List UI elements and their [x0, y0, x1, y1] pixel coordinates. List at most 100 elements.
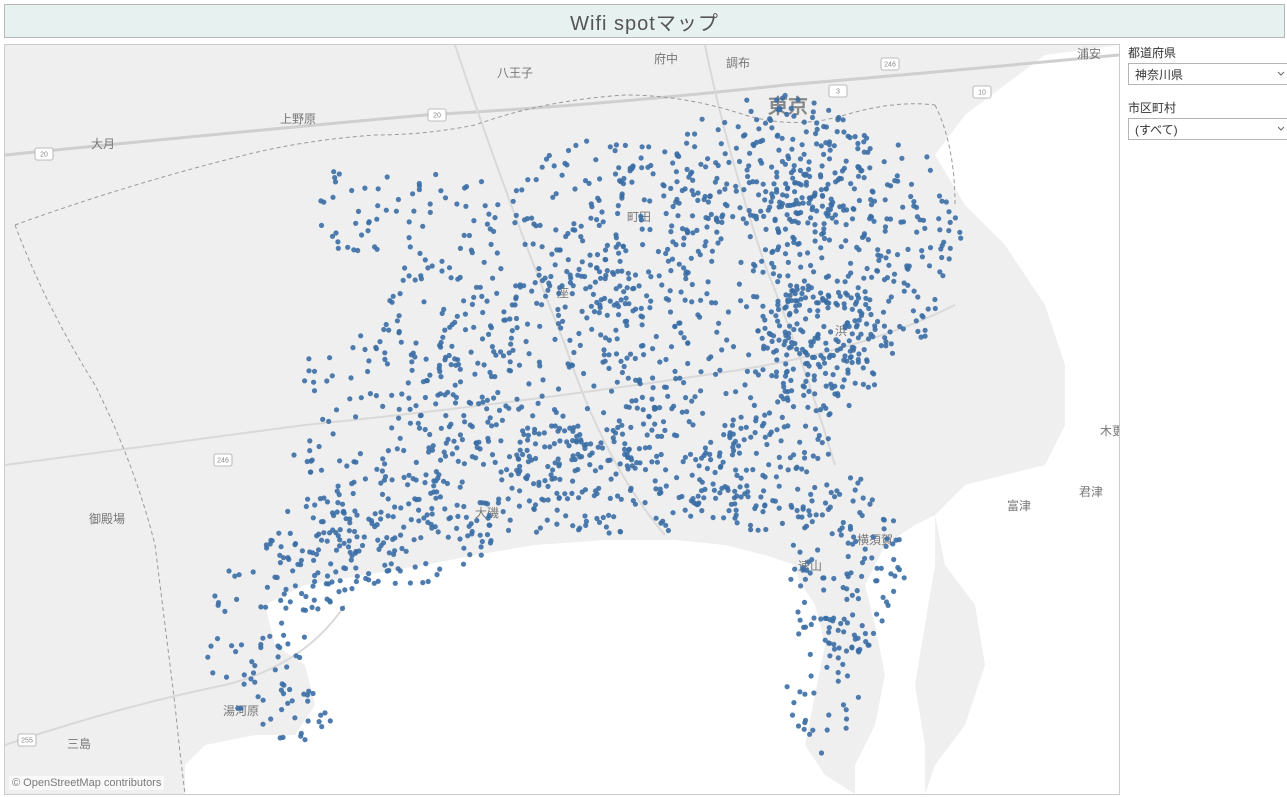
wifi-spot-dot[interactable] — [362, 534, 367, 539]
wifi-spot-dot[interactable] — [608, 144, 613, 149]
wifi-spot-dot[interactable] — [670, 510, 675, 515]
wifi-spot-dot[interactable] — [847, 135, 852, 140]
wifi-spot-dot[interactable] — [623, 301, 628, 306]
wifi-spot-dot[interactable] — [647, 227, 652, 232]
wifi-spot-dot[interactable] — [698, 369, 703, 374]
wifi-spot-dot[interactable] — [453, 383, 458, 388]
wifi-spot-dot[interactable] — [813, 426, 818, 431]
wifi-spot-dot[interactable] — [815, 547, 820, 552]
wifi-spot-dot[interactable] — [479, 294, 484, 299]
wifi-spot-dot[interactable] — [726, 508, 731, 513]
wifi-spot-dot[interactable] — [310, 584, 315, 589]
wifi-spot-dot[interactable] — [576, 527, 581, 532]
wifi-spot-dot[interactable] — [600, 360, 605, 365]
wifi-spot-dot[interactable] — [368, 391, 373, 396]
wifi-spot-dot[interactable] — [841, 208, 846, 213]
wifi-spot-dot[interactable] — [774, 174, 779, 179]
wifi-spot-dot[interactable] — [303, 608, 308, 613]
wifi-spot-dot[interactable] — [614, 245, 619, 250]
wifi-spot-dot[interactable] — [508, 342, 513, 347]
wifi-spot-dot[interactable] — [461, 298, 466, 303]
wifi-spot-dot[interactable] — [592, 309, 597, 314]
wifi-spot-dot[interactable] — [808, 492, 813, 497]
wifi-spot-dot[interactable] — [861, 382, 866, 387]
wifi-spot-dot[interactable] — [860, 623, 865, 628]
wifi-spot-dot[interactable] — [811, 615, 816, 620]
wifi-spot-dot[interactable] — [620, 191, 625, 196]
wifi-spot-dot[interactable] — [841, 702, 846, 707]
wifi-spot-dot[interactable] — [389, 393, 394, 398]
wifi-spot-dot[interactable] — [762, 413, 767, 418]
wifi-spot-dot[interactable] — [775, 133, 780, 138]
wifi-spot-dot[interactable] — [427, 432, 432, 437]
wifi-spot-dot[interactable] — [423, 472, 428, 477]
wifi-spot-dot[interactable] — [794, 321, 799, 326]
wifi-spot-dot[interactable] — [785, 203, 790, 208]
wifi-spot-dot[interactable] — [547, 153, 552, 158]
wifi-spot-dot[interactable] — [810, 355, 815, 360]
wifi-spot-dot[interactable] — [587, 462, 592, 467]
wifi-spot-dot[interactable] — [848, 355, 853, 360]
wifi-spot-dot[interactable] — [302, 378, 307, 383]
wifi-spot-dot[interactable] — [661, 193, 666, 198]
wifi-spot-dot[interactable] — [534, 301, 539, 306]
wifi-spot-dot[interactable] — [697, 463, 702, 468]
wifi-spot-dot[interactable] — [769, 373, 774, 378]
wifi-spot-dot[interactable] — [840, 525, 845, 530]
wifi-spot-dot[interactable] — [386, 328, 391, 333]
wifi-spot-dot[interactable] — [710, 249, 715, 254]
wifi-spot-dot[interactable] — [633, 272, 638, 277]
wifi-spot-dot[interactable] — [517, 488, 522, 493]
wifi-spot-dot[interactable] — [804, 469, 809, 474]
wifi-spot-dot[interactable] — [793, 219, 798, 224]
wifi-spot-dot[interactable] — [501, 509, 506, 514]
wifi-spot-dot[interactable] — [348, 375, 353, 380]
wifi-spot-dot[interactable] — [856, 335, 861, 340]
wifi-spot-dot[interactable] — [690, 473, 695, 478]
wifi-spot-dot[interactable] — [375, 522, 380, 527]
wifi-spot-dot[interactable] — [708, 354, 713, 359]
wifi-spot-dot[interactable] — [814, 408, 819, 413]
wifi-spot-dot[interactable] — [592, 493, 597, 498]
wifi-spot-dot[interactable] — [563, 304, 568, 309]
wifi-spot-dot[interactable] — [523, 242, 528, 247]
wifi-spot-dot[interactable] — [775, 279, 780, 284]
wifi-spot-dot[interactable] — [643, 467, 648, 472]
wifi-spot-dot[interactable] — [875, 269, 880, 274]
wifi-spot-dot[interactable] — [397, 329, 402, 334]
wifi-spot-dot[interactable] — [734, 473, 739, 478]
wifi-spot-dot[interactable] — [545, 484, 550, 489]
city-dropdown[interactable]: (すべて) — [1128, 118, 1287, 140]
wifi-spot-dot[interactable] — [420, 224, 425, 229]
wifi-spot-dot[interactable] — [899, 156, 904, 161]
wifi-spot-dot[interactable] — [771, 271, 776, 276]
wifi-spot-dot[interactable] — [380, 404, 385, 409]
wifi-spot-dot[interactable] — [547, 283, 552, 288]
wifi-spot-dot[interactable] — [321, 519, 326, 524]
wifi-spot-dot[interactable] — [639, 155, 644, 160]
wifi-spot-dot[interactable] — [513, 283, 518, 288]
wifi-spot-dot[interactable] — [803, 379, 808, 384]
wifi-spot-dot[interactable] — [260, 636, 265, 641]
wifi-spot-dot[interactable] — [807, 732, 812, 737]
wifi-spot-dot[interactable] — [812, 100, 817, 105]
wifi-spot-dot[interactable] — [300, 548, 305, 553]
wifi-spot-dot[interactable] — [249, 659, 254, 664]
wifi-spot-dot[interactable] — [780, 415, 785, 420]
wifi-spot-dot[interactable] — [823, 140, 828, 145]
wifi-spot-dot[interactable] — [258, 604, 263, 609]
wifi-spot-dot[interactable] — [862, 347, 867, 352]
wifi-spot-dot[interactable] — [868, 312, 873, 317]
wifi-spot-dot[interactable] — [856, 351, 861, 356]
wifi-spot-dot[interactable] — [362, 186, 367, 191]
wifi-spot-dot[interactable] — [828, 148, 833, 153]
wifi-spot-dot[interactable] — [842, 377, 847, 382]
wifi-spot-dot[interactable] — [790, 235, 795, 240]
wifi-spot-dot[interactable] — [648, 274, 653, 279]
wifi-spot-dot[interactable] — [280, 735, 285, 740]
wifi-spot-dot[interactable] — [525, 437, 530, 442]
wifi-spot-dot[interactable] — [776, 244, 781, 249]
wifi-spot-dot[interactable] — [741, 216, 746, 221]
wifi-spot-dot[interactable] — [449, 362, 454, 367]
wifi-spot-dot[interactable] — [649, 397, 654, 402]
